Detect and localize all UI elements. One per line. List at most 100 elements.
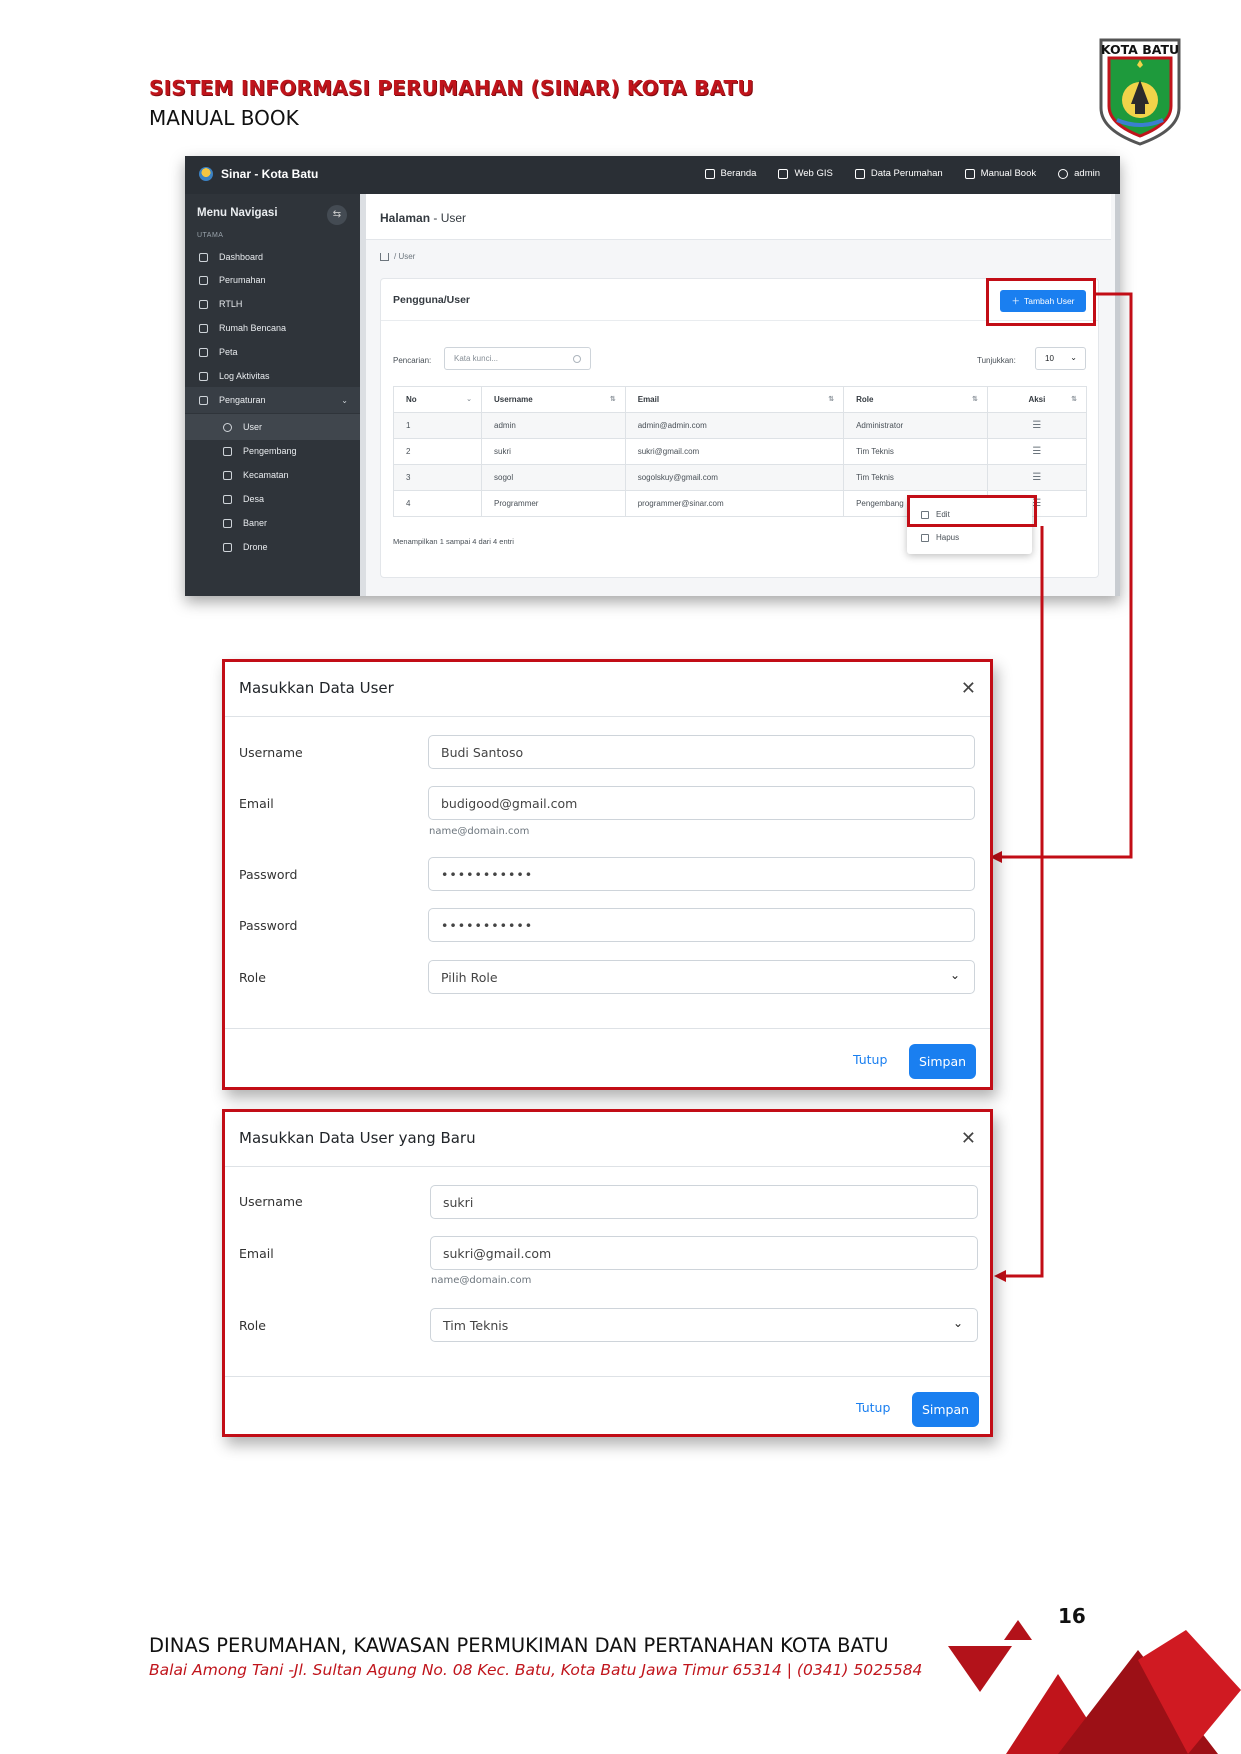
column-header-aksi[interactable]: Aksi ⇅ — [986, 386, 1088, 413]
cancel-button[interactable]: Tutup — [853, 1052, 887, 1067]
role-label: Role — [239, 1318, 266, 1333]
close-icon[interactable]: ✕ — [961, 678, 976, 699]
username-field[interactable]: sukri — [430, 1185, 978, 1219]
arrow-head-icon — [994, 1270, 1006, 1282]
column-label: Email — [637, 395, 660, 404]
menu-icon[interactable]: ☰ — [1032, 472, 1041, 483]
sidebar-item-label: Peta — [219, 347, 238, 357]
column-header-username[interactable]: Username ⇅ — [481, 386, 626, 413]
sidebar-item-label: Rumah Bencana — [219, 323, 287, 333]
document-subtitle: MANUAL BOOK — [149, 106, 299, 130]
email-field[interactable]: budigood@gmail.com — [428, 786, 975, 820]
table-header-row: No ⌄ Username ⇅ Email ⇅ Role ⇅ Aksi ⇅ — [392, 386, 1088, 413]
modal-footer: Tutup Simpan — [225, 1376, 990, 1437]
nav-data-perumahan[interactable]: Data Perumahan — [854, 168, 943, 179]
sidebar-item-label: Baner — [243, 518, 268, 528]
dropdown-hapus[interactable]: Hapus — [921, 533, 959, 542]
column-label: Aksi — [1028, 395, 1046, 404]
cell-username: sogol — [481, 464, 626, 491]
page-title: Halaman - User — [380, 211, 466, 225]
sidebar-item-label: Dashboard — [219, 252, 264, 262]
column-header-email[interactable]: Email ⇅ — [624, 386, 845, 413]
table-row: 1 admin admin@admin.com Administrator ☰ — [392, 412, 1088, 439]
briefcase-icon — [223, 446, 232, 456]
sidebar-item-rumah-bencana[interactable]: Rumah Bencana — [185, 315, 360, 341]
search-placeholder: Kata kunci... — [454, 354, 499, 363]
home-icon[interactable] — [380, 252, 389, 261]
sidebar-subitem-user[interactable]: User — [185, 414, 360, 440]
nav-label: Beranda — [720, 168, 757, 179]
sidebar-item-perumahan[interactable]: Perumahan — [185, 267, 360, 293]
role-select[interactable]: Tim Teknis ⌄ — [430, 1308, 978, 1342]
password-field[interactable]: ••••••••••• — [428, 857, 975, 891]
cell-username: sukri — [481, 438, 626, 465]
menu-icon[interactable]: ☰ — [1032, 420, 1041, 431]
main-scrollbar[interactable] — [1115, 194, 1120, 596]
sidebar-item-label: Perumahan — [219, 275, 266, 285]
column-header-role[interactable]: Role ⇅ — [843, 386, 988, 413]
flag-icon — [199, 299, 208, 309]
edit-user-modal: Masukkan Data User yang Baru ✕ Username … — [222, 1109, 993, 1437]
sidebar-subitem-desa[interactable]: Desa — [185, 486, 360, 512]
sidebar-item-label: Desa — [243, 494, 265, 504]
sidebar-item-label: User — [243, 422, 263, 432]
menu-icon[interactable]: ☰ — [1032, 446, 1041, 457]
cell-aksi: ☰ — [986, 438, 1088, 465]
cell-role: Tim Teknis — [843, 438, 988, 465]
sidebar-subitem-drone[interactable]: Drone — [185, 534, 360, 560]
chevron-down-icon: ⌄ — [949, 968, 960, 982]
cell-no: 2 — [392, 438, 483, 465]
sidebar-subitem-baner[interactable]: Baner — [185, 510, 360, 536]
search-icon — [573, 355, 581, 363]
cell-no: 3 — [392, 464, 483, 491]
search-input[interactable]: Kata kunci... — [444, 347, 591, 370]
page-size-value: 10 — [1045, 354, 1054, 363]
activity-icon — [199, 371, 208, 381]
page-size-label: Tunjukkan: — [977, 356, 1016, 365]
layout-icon — [223, 470, 232, 480]
sidebar-item-log-aktivitas[interactable]: Log Aktivitas — [185, 363, 360, 389]
search-label: Pencarian: — [393, 356, 432, 365]
modal-title: Masukkan Data User yang Baru — [239, 1129, 476, 1147]
user-circle-icon — [1058, 168, 1069, 179]
close-icon[interactable]: ✕ — [961, 1128, 976, 1149]
dropdown-label: Hapus — [936, 533, 960, 542]
nav-beranda[interactable]: Beranda — [704, 168, 757, 179]
nav-user-menu[interactable]: admin — [1058, 168, 1100, 179]
page-size-select[interactable]: 10 ⌄ — [1035, 347, 1086, 370]
nav-manual-book[interactable]: Manual Book — [964, 168, 1036, 179]
nav-web-gis[interactable]: Web GIS — [778, 168, 833, 179]
column-label: Role — [856, 395, 874, 404]
column-header-no[interactable]: No ⌄ — [392, 386, 483, 413]
document-title: SISTEM INFORMASI PERUMAHAN (SINAR) KOTA … — [149, 76, 754, 100]
sort-icon: ⇅ — [609, 396, 616, 403]
cancel-button[interactable]: Tutup — [856, 1400, 890, 1415]
cell-username: admin — [481, 412, 626, 439]
cell-no: 1 — [392, 412, 483, 439]
sidebar-subitem-pengembang[interactable]: Pengembang — [185, 438, 360, 464]
sidebar-item-rtlh[interactable]: RTLH — [185, 291, 360, 317]
sidebar-subitem-kecamatan[interactable]: Kecamatan — [185, 462, 360, 488]
kota-batu-logo: KOTA BATU — [1097, 38, 1183, 146]
brand-name: Sinar - Kota Batu — [221, 167, 319, 181]
top-navbar: Sinar - Kota Batu Beranda Web GIS Data P… — [185, 156, 1120, 194]
layout-icon — [223, 494, 232, 504]
username-field[interactable]: Budi Santoso — [428, 735, 975, 769]
save-button[interactable]: Simpan — [909, 1044, 976, 1079]
sidebar-item-peta[interactable]: Peta — [185, 339, 360, 365]
brand[interactable]: Sinar - Kota Batu — [199, 167, 318, 181]
highlight-edit — [907, 495, 1037, 527]
role-label: Role — [239, 970, 266, 985]
password-confirm-field[interactable]: ••••••••••• — [428, 908, 975, 942]
email-help-text: name@domain.com — [429, 826, 530, 837]
password-label: Password — [239, 867, 298, 882]
add-user-modal: Masukkan Data User ✕ Username Budi Santo… — [222, 659, 993, 1090]
role-select[interactable]: Pilih Role ⌄ — [428, 960, 975, 994]
cell-aksi: ☰ — [986, 412, 1088, 439]
sidebar-item-pengaturan[interactable]: Pengaturan ⌄ — [185, 387, 360, 413]
trash-icon — [921, 533, 929, 542]
email-label: Email — [239, 1246, 274, 1261]
save-button[interactable]: Simpan — [912, 1392, 979, 1427]
email-field[interactable]: sukri@gmail.com — [430, 1236, 978, 1270]
sidebar-toggle-icon[interactable]: ⇆ — [327, 205, 347, 225]
